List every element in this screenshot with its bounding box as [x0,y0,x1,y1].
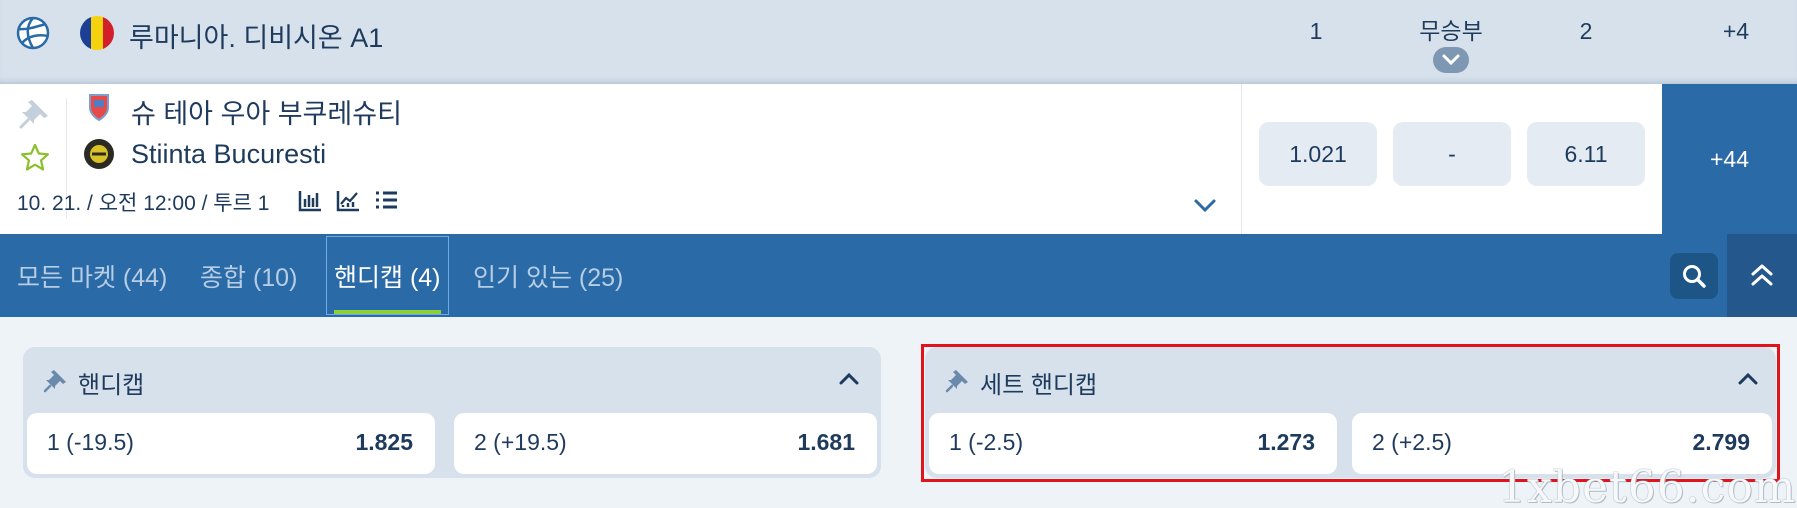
active-tab-indicator [334,310,441,314]
market-title: 핸디캡 [78,372,145,399]
romania-flag-icon [80,16,114,50]
star-icon[interactable] [19,142,51,174]
match-stats-icons [297,187,399,213]
watermark: 1xbet66.com [1498,462,1797,508]
outcome-odd: 1.825 [355,429,413,455]
outcome-odd: 1.681 [797,429,855,455]
outcome-label: 2 (+19.5) [474,429,567,455]
league-header: 루마니아. 디비시온 A1 1 무승부 2 +4 [0,0,1797,84]
outcome-odd: 2.799 [1692,429,1750,455]
column-draw: 무승부 [1419,18,1483,44]
market-panel-set-handicap: 세트 핸디캡 1 (-2.5) 1.273 2 (+2.5) 2.799 [921,344,1780,482]
league-title[interactable]: 루마니아. 디비시온 A1 [129,16,383,55]
outcome-button[interactable]: 1 (-2.5) 1.273 [929,413,1337,474]
tab-handicap[interactable]: 핸디캡 (4) [326,236,449,315]
team2-crest-icon [84,139,114,169]
chevron-down-icon[interactable] [1433,47,1469,73]
outcome-label: 1 (-2.5) [949,429,1024,455]
market-panel-handicap: 핸디캡 1 (-19.5) 1.825 2 (+19.5) 1.681 [23,347,881,478]
odd-away-button[interactable]: 6.11 [1527,122,1645,186]
volleyball-icon [16,16,50,50]
odd-draw-button[interactable]: - [1393,122,1511,186]
column-away: 2 [1579,18,1593,44]
tab-all-markets[interactable]: 모든 마켓 (44) [17,234,167,317]
outcome-label: 1 (-19.5) [47,429,134,455]
pin-icon[interactable] [18,96,52,130]
bar-chart-icon[interactable] [297,187,323,213]
pin-icon[interactable] [945,367,971,393]
team1-crest-icon [84,92,114,122]
team1-name[interactable]: 슈 테아 우아 부쿠레슈티 [131,92,402,131]
chevron-up-icon[interactable] [837,369,861,389]
search-button[interactable] [1670,253,1718,299]
chevron-up-icon[interactable] [1736,369,1760,389]
outcome-odd: 1.273 [1257,429,1315,455]
market-title: 세트 핸디캡 [980,372,1098,399]
search-icon [1683,265,1706,288]
match-meta: 10. 21. / 오전 12:00 / 투르 1 [17,192,270,215]
list-icon[interactable] [373,187,399,213]
tab-label: 핸디캡 (4) [334,263,441,292]
outcome-button[interactable]: 2 (+19.5) 1.681 [454,413,877,474]
team2-name[interactable]: Stiinta Bucuresti [131,139,326,170]
match-row: 슈 테아 우아 부쿠레슈티 Stiinta Bucuresti 10. 21. … [0,84,1797,234]
line-chart-icon[interactable] [335,187,361,213]
outcome-label: 2 (+2.5) [1372,429,1452,455]
column-more[interactable]: +4 [1686,18,1786,45]
odds-area: 1.021 - 6.11 [1241,84,1661,234]
outcome-button[interactable]: 1 (-19.5) 1.825 [27,413,435,474]
market-tabs: 모든 마켓 (44) 종합 (10) 핸디캡 (4) 인기 있는 (25) [0,234,1797,317]
collapse-button[interactable] [1727,234,1797,317]
odd-home-button[interactable]: 1.021 [1259,122,1377,186]
pin-icon[interactable] [43,367,69,393]
more-markets-button[interactable]: +44 [1662,84,1797,234]
double-chevron-up-icon [1751,264,1773,286]
chevron-down-icon[interactable] [1192,194,1218,216]
column-home: 1 [1309,18,1323,44]
tab-popular[interactable]: 인기 있는 (25) [473,234,623,317]
tab-summary[interactable]: 종합 (10) [200,234,297,317]
